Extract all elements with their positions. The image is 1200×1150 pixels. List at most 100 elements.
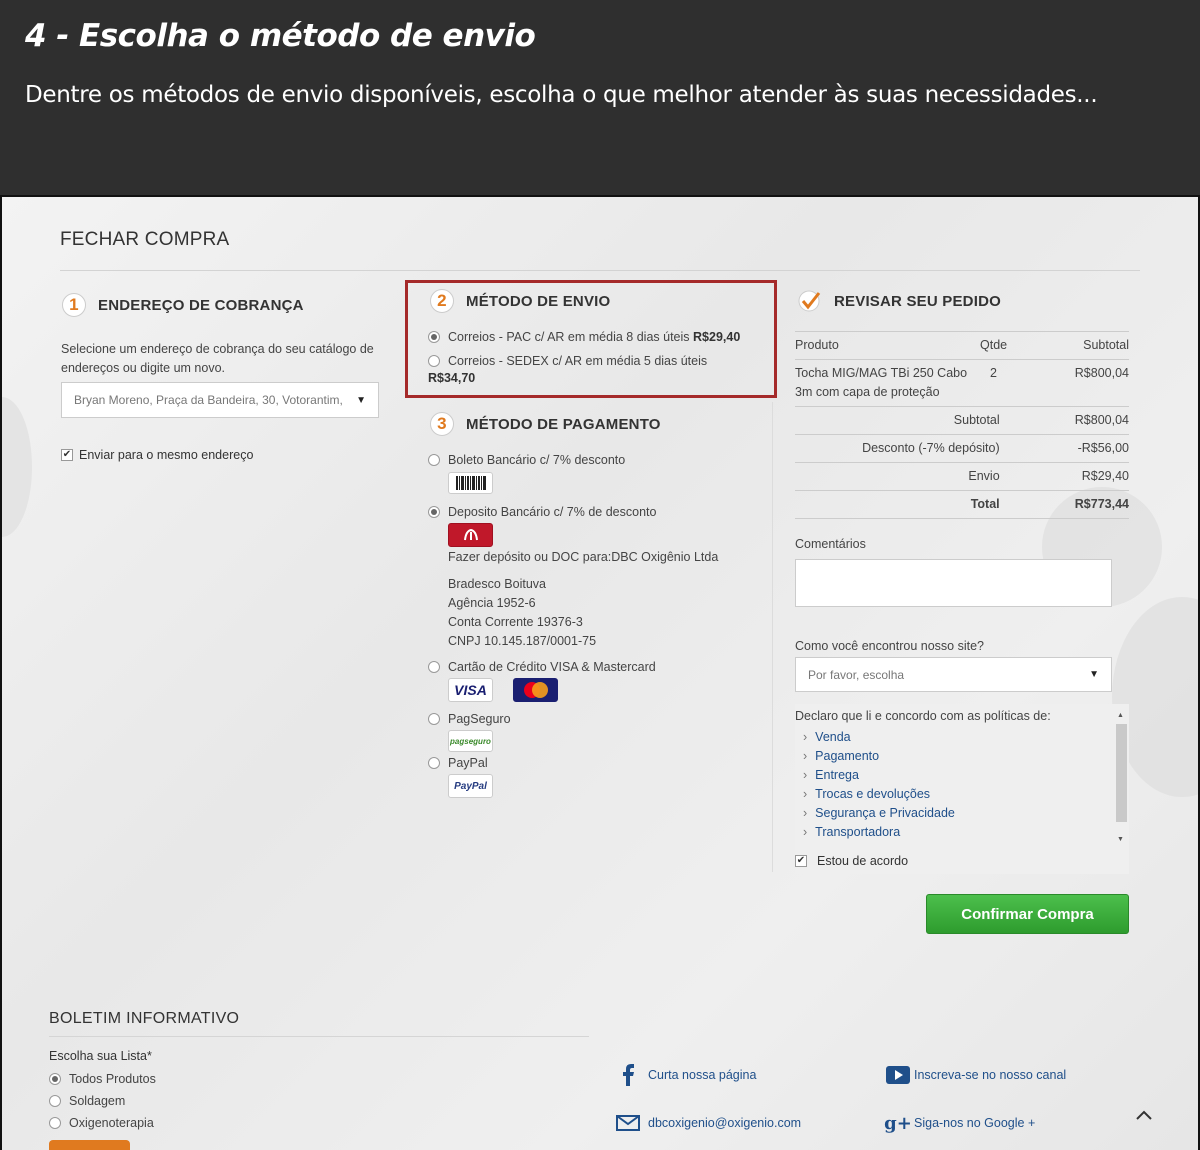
totals-label: Envio — [795, 462, 1030, 491]
policy-link-entrega[interactable]: › Entrega — [803, 766, 955, 785]
payment-option-cartao[interactable]: Cartão de Crédito VISA & Mastercard — [428, 658, 656, 677]
step-number-badge: 2 — [430, 289, 454, 313]
policy-lead: Declaro que li e concordo com as polític… — [795, 709, 1051, 723]
product-subtotal: R$800,04 — [1029, 359, 1129, 407]
chevron-right-icon: › — [803, 749, 808, 763]
payment-option-pagseguro[interactable]: PagSeguro — [428, 710, 511, 729]
totals-label: Subtotal — [795, 406, 1030, 435]
shipping-option-label: Correios - PAC c/ AR em média 8 dias úte… — [448, 330, 690, 344]
newsletter-title: BOLETIM INFORMATIVO — [49, 1010, 240, 1027]
payment-radio[interactable] — [428, 506, 440, 518]
dropdown-arrow-icon: ▼ — [356, 394, 366, 406]
payment-radio[interactable] — [428, 454, 440, 466]
policy-link-pagamento[interactable]: › Pagamento — [803, 747, 955, 766]
payment-option-label: Boleto Bancário c/ 7% desconto — [448, 453, 626, 467]
chevron-right-icon: › — [803, 825, 808, 839]
totals-label: Desconto (-7% depósito) — [795, 434, 1030, 463]
totals-label: Total — [795, 490, 1030, 519]
column-divider — [772, 402, 773, 872]
shipping-option-pac[interactable]: Correios - PAC c/ AR em média 8 dias úte… — [428, 328, 740, 347]
bradesco-icon — [448, 523, 493, 547]
facebook-link[interactable]: Curta nossa página — [616, 1064, 756, 1086]
totals-row: Envio R$29,40 — [795, 462, 1129, 491]
table-row: Tocha MIG/MAG TBi 250 Cabo 3m com capa d… — [795, 359, 1129, 407]
newsletter-option[interactable]: Soldagem — [49, 1092, 125, 1111]
review-section-heading: REVISAR SEU PEDIDO — [798, 289, 1001, 313]
found-site-select[interactable]: Por favor, escolha ▼ — [795, 657, 1112, 692]
newsletter-divider — [49, 1036, 589, 1037]
background-decoration — [2, 397, 32, 537]
agree-checkbox[interactable]: ✔ — [795, 855, 807, 867]
step-number-badge: 3 — [430, 412, 454, 436]
shipping-radio-sedex[interactable] — [428, 355, 440, 367]
deposit-account: Conta Corrente 19376-3 — [448, 615, 583, 629]
chevron-right-icon: › — [803, 806, 808, 820]
same-address-checkbox[interactable]: ✔ — [61, 449, 73, 461]
newsletter-option[interactable]: Oxigenoterapia — [49, 1114, 154, 1133]
found-site-label: Como você encontrou nosso site? — [795, 639, 984, 653]
newsletter-subscribe-button[interactable] — [49, 1140, 130, 1150]
youtube-icon — [886, 1064, 910, 1086]
confirm-purchase-button[interactable]: Confirmar Compra — [926, 894, 1129, 934]
payment-radio[interactable] — [428, 713, 440, 725]
newsletter-radio[interactable] — [49, 1073, 61, 1085]
totals-value: R$29,40 — [1029, 462, 1129, 491]
payment-option-deposito[interactable]: Deposito Bancário c/ 7% de desconto — [428, 503, 656, 522]
shipping-radio-pac[interactable] — [428, 331, 440, 343]
same-address-option[interactable]: ✔ Enviar para o mesmo endereço — [61, 448, 253, 462]
checkmark-icon — [798, 289, 822, 313]
totals-row: Desconto (-7% depósito) -R$56,00 — [795, 434, 1129, 463]
policy-link-transportadora[interactable]: › Transportadora — [803, 823, 955, 842]
newsletter-radio[interactable] — [49, 1117, 61, 1129]
deposit-cnpj: CNPJ 10.145.187/0001-75 — [448, 634, 597, 648]
youtube-link[interactable]: Inscreva-se no nosso canal — [886, 1064, 1066, 1086]
deposit-bank: Bradesco Boituva — [448, 577, 546, 591]
policy-scrollbar[interactable]: ▲ ▼ — [1115, 712, 1128, 847]
totals-row: Subtotal R$800,04 — [795, 406, 1129, 435]
policy-link-seguranca[interactable]: › Segurança e Privacidade — [803, 804, 955, 823]
newsletter-option[interactable]: Todos Produtos — [49, 1070, 156, 1089]
payment-option-label: Cartão de Crédito VISA & Mastercard — [448, 660, 656, 674]
envelope-icon — [616, 1112, 640, 1134]
barcode-icon — [448, 472, 493, 494]
comments-label: Comentários — [795, 537, 866, 551]
payment-option-boleto[interactable]: Boleto Bancário c/ 7% desconto — [428, 451, 625, 470]
policy-link-label: Pagamento — [815, 749, 880, 763]
payment-option-label: PagSeguro — [448, 712, 511, 726]
newsletter-radio[interactable] — [49, 1095, 61, 1107]
scroll-down-icon[interactable]: ▼ — [1117, 836, 1124, 843]
payment-option-paypal[interactable]: PayPal — [428, 754, 488, 773]
payment-option-label: PayPal — [448, 756, 488, 770]
policy-link-trocas[interactable]: › Trocas e devoluções — [803, 785, 955, 804]
back-to-top-icon[interactable] — [1135, 1105, 1153, 1126]
policy-link-venda[interactable]: › Venda — [803, 728, 955, 747]
scroll-up-icon[interactable]: ▲ — [1117, 712, 1124, 719]
totals-value: R$800,04 — [1029, 406, 1129, 435]
payment-radio[interactable] — [428, 661, 440, 673]
google-plus-link[interactable]: g+ Siga-nos no Google + — [884, 1112, 1035, 1134]
product-name: Tocha MIG/MAG TBi 250 Cabo 3m com capa d… — [795, 359, 980, 407]
shipping-heading: MÉTODO DE ENVIO — [466, 292, 611, 310]
shipping-option-sedex[interactable]: Correios - SEDEX c/ AR em média 5 dias ú… — [428, 352, 768, 371]
payment-section-heading: 3 MÉTODO DE PAGAMENTO — [430, 412, 661, 436]
visa-icon: VISA — [448, 678, 493, 702]
agree-option[interactable]: ✔ Estou de acordo — [795, 854, 908, 868]
billing-address-select[interactable]: Bryan Moreno, Praça da Bandeira, 30, Vot… — [61, 382, 379, 418]
comments-textarea[interactable] — [795, 559, 1112, 607]
chevron-right-icon: › — [803, 768, 808, 782]
policy-link-label: Venda — [815, 730, 851, 744]
found-site-placeholder: Por favor, escolha — [808, 667, 905, 682]
deposit-instructions: Fazer depósito ou DOC para:DBC Oxigênio … — [448, 550, 719, 564]
step-number-badge: 1 — [62, 293, 86, 317]
totals-row: Total R$773,44 — [795, 490, 1129, 519]
shipping-option-price: R$29,40 — [693, 330, 741, 344]
newsletter-list-label: Escolha sua Lista* — [49, 1049, 152, 1063]
title-divider — [60, 270, 1140, 271]
table-header-row: Produto Qtde Subtotal — [795, 331, 1129, 360]
email-link[interactable]: dbcoxigenio@oxigenio.com — [616, 1112, 801, 1134]
scrollbar-thumb[interactable] — [1116, 724, 1127, 822]
shipping-section-heading: 2 MÉTODO DE ENVIO — [430, 289, 610, 313]
policy-link-label: Trocas e devoluções — [815, 787, 931, 801]
payment-radio[interactable] — [428, 757, 440, 769]
tutorial-banner: 4 - Escolha o método de envio Dentre os … — [0, 0, 1200, 196]
